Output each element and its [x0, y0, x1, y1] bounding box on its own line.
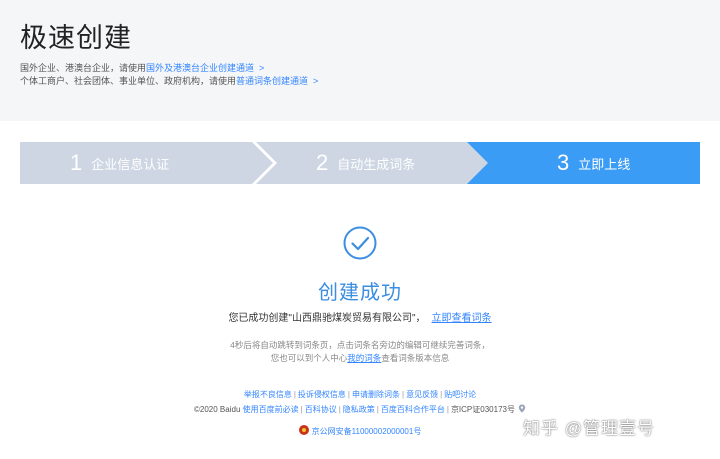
- report-infringement-link[interactable]: 投诉侵权信息: [298, 390, 346, 399]
- icp-number: 京ICP证030173号: [450, 405, 515, 414]
- divider: |: [440, 390, 443, 399]
- footer-links: 举报不良信息 | 投诉侵权信息 | 申请删除词条 | 意见反馈 | 贴吧讨论: [0, 389, 720, 400]
- success-message-text: 您已成功创建"山西鼎驰煤炭贸易有限公司"，: [228, 313, 426, 324]
- tieba-discussion-link[interactable]: 贴吧讨论: [444, 390, 476, 399]
- step-1: 1 企业信息认证: [70, 142, 169, 184]
- privacy-policy-link[interactable]: 隐私政策: [343, 405, 375, 414]
- redirect-prefix: 您也可以到个人中心: [270, 353, 348, 363]
- divider: |: [338, 405, 341, 414]
- hint-individual: 个体工商户、社会团体、事业单位、政府机构，请使用普通词条创建通道 >: [20, 74, 318, 87]
- police-badge-icon: [298, 425, 309, 435]
- divider: |: [446, 405, 449, 414]
- location-pin-icon: [518, 404, 526, 413]
- divider: |: [293, 390, 296, 399]
- hint-foreign: 国外企业、港澳台企业，请使用国外及港澳台企业创建通道 >: [20, 61, 264, 74]
- view-entry-link[interactable]: 立即查看词条: [432, 313, 492, 324]
- step-label: 立即上线: [578, 156, 631, 172]
- hint-individual-text: 个体工商户、社会团体、事业单位、政府机构，请使用: [20, 76, 237, 86]
- copyright-text: ©2020 Baidu: [194, 405, 241, 414]
- check-circle-icon: [343, 226, 377, 260]
- success-message: 您已成功创建"山西鼎驰煤炭贸易有限公司"， 立即查看词条: [0, 309, 720, 324]
- redirect-suffix: 查看词条版本信息: [381, 353, 450, 363]
- normal-channel-link[interactable]: 普通词条创建通道: [236, 76, 308, 86]
- baidu-terms-link[interactable]: 使用百度前必读: [243, 405, 299, 414]
- delete-entry-link[interactable]: 申请删除词条: [352, 390, 400, 399]
- redirect-notice: 4秒后将自动跳转到词条页，点击词条名旁边的编辑可继续完善词条，: [230, 340, 490, 350]
- hint-foreign-text: 国外企业、港澳台企业，请使用: [20, 63, 147, 73]
- step-label: 自动生成词条: [337, 156, 416, 172]
- step-2: 2 自动生成词条: [316, 142, 415, 184]
- redirect-personal-center: 您也可以到个人中心我的词条查看词条版本信息: [0, 352, 720, 364]
- zhihu-watermark: 知乎 @管理壹号: [523, 419, 655, 438]
- divider: |: [376, 405, 379, 414]
- my-entries-link[interactable]: 我的词条: [347, 353, 381, 363]
- step-number: 3: [557, 150, 570, 175]
- step-label: 企业信息认证: [91, 156, 170, 172]
- divider: |: [300, 405, 303, 414]
- police-record-link[interactable]: 京公网安备11000002000001号: [312, 427, 422, 436]
- header: 极速创建 国外企业、港澳台企业，请使用国外及港澳台企业创建通道 > 个体工商户、社…: [0, 0, 720, 121]
- divider: |: [402, 390, 405, 399]
- step-number: 2: [316, 150, 329, 175]
- divider: |: [347, 390, 350, 399]
- partner-platform-link[interactable]: 百度百科合作平台: [381, 405, 445, 414]
- page-title: 极速创建: [20, 23, 132, 53]
- chevron-right-icon[interactable]: >: [313, 76, 318, 86]
- baike-agreement-link[interactable]: 百科协议: [305, 405, 337, 414]
- success-title: 创建成功: [318, 282, 402, 304]
- step-number: 1: [70, 150, 83, 175]
- feedback-link[interactable]: 意见反馈: [406, 390, 438, 399]
- report-bad-info-link[interactable]: 举报不良信息: [244, 390, 292, 399]
- step-3: 3 立即上线: [557, 142, 630, 184]
- chevron-right-icon[interactable]: >: [259, 63, 264, 73]
- progress-steps: 1 企业信息认证 2 自动生成词条 3 立即上线: [20, 142, 700, 184]
- foreign-channel-link[interactable]: 国外及港澳台企业创建通道: [146, 63, 254, 73]
